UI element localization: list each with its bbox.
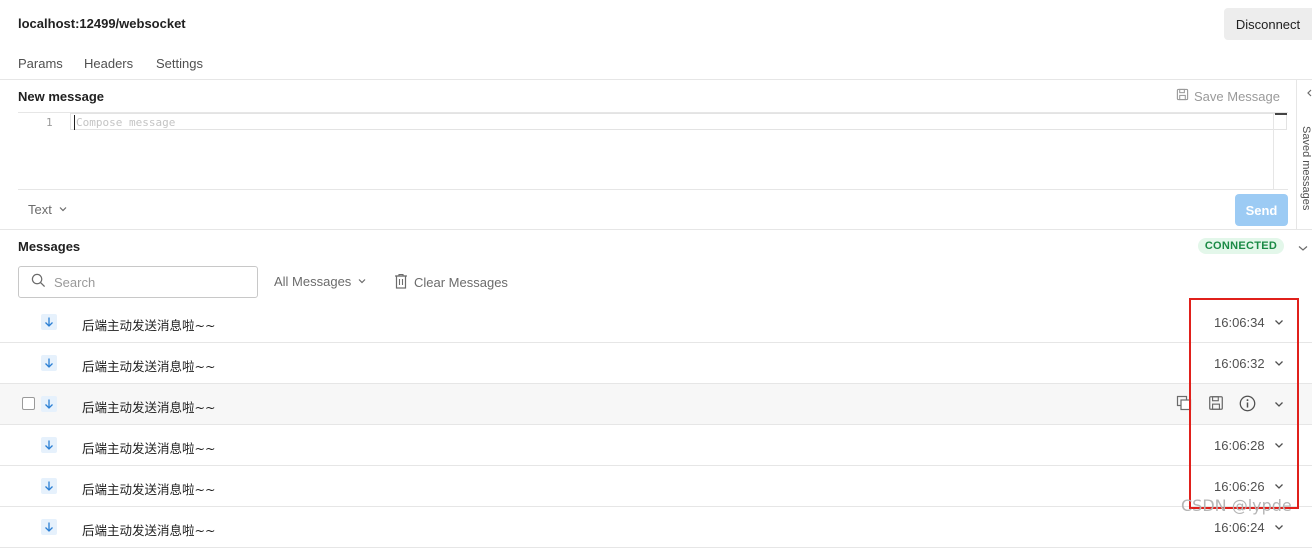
- arrow-down-icon: [41, 314, 57, 330]
- message-row[interactable]: 后端主动发送消息啦~~ 16:06:24: [0, 507, 1312, 548]
- message-filter-select[interactable]: All Messages: [274, 274, 367, 289]
- format-label: Text: [28, 202, 52, 217]
- divider: [0, 79, 1312, 80]
- message-text: 后端主动发送消息啦~~: [82, 441, 216, 456]
- message-editor[interactable]: [70, 113, 1287, 130]
- search-icon: [31, 273, 46, 291]
- message-text: 后端主动发送消息啦~~: [82, 482, 216, 497]
- message-row[interactable]: 后端主动发送消息啦~~ 16:06:28: [0, 425, 1312, 466]
- clear-messages-button[interactable]: Clear Messages: [394, 273, 508, 292]
- search-input[interactable]: [54, 274, 234, 290]
- trash-icon: [394, 273, 408, 292]
- tab-params[interactable]: Params: [18, 56, 63, 71]
- chevron-down-icon[interactable]: [1273, 521, 1285, 536]
- arrow-down-icon: [41, 355, 57, 371]
- tab-settings[interactable]: Settings: [156, 56, 203, 71]
- compose-placeholder: Compose message: [76, 116, 176, 129]
- arrow-down-icon: [41, 478, 57, 494]
- search-box[interactable]: [18, 266, 258, 298]
- clear-messages-label: Clear Messages: [414, 275, 508, 290]
- send-button[interactable]: Send: [1235, 194, 1288, 226]
- message-time: 16:06:24: [1214, 520, 1265, 535]
- message-text: 后端主动发送消息啦~~: [82, 523, 216, 538]
- disconnect-button[interactable]: Disconnect: [1224, 8, 1312, 40]
- saved-messages-label[interactable]: Saved messages: [1300, 126, 1312, 220]
- arrow-down-icon: [41, 437, 57, 453]
- watermark: CSDN @lypde: [1181, 496, 1292, 515]
- new-message-title: New message: [18, 89, 104, 104]
- line-number: 1: [46, 116, 53, 129]
- websocket-url[interactable]: localhost:12499/websocket: [18, 16, 186, 31]
- status-badge: CONNECTED: [1198, 238, 1284, 254]
- message-row[interactable]: 后端主动发送消息啦~~ 16:06:32: [0, 343, 1312, 384]
- chevron-down-icon: [58, 202, 68, 217]
- format-select[interactable]: Text: [28, 202, 68, 217]
- text-caret: [74, 115, 75, 130]
- chevron-down-icon[interactable]: [1298, 241, 1308, 256]
- message-row[interactable]: 后端主动发送消息啦~~ 16:06:26: [0, 466, 1312, 507]
- editor-scrollbar-thumb[interactable]: [1275, 113, 1287, 115]
- message-text: 后端主动发送消息啦~~: [82, 359, 216, 374]
- messages-title: Messages: [18, 239, 81, 254]
- divider: [0, 229, 1312, 230]
- tab-headers[interactable]: Headers: [84, 56, 133, 71]
- chevron-left-icon[interactable]: [1305, 86, 1312, 101]
- save-icon: [1176, 88, 1189, 104]
- filter-label: All Messages: [274, 274, 352, 289]
- select-checkbox[interactable]: [22, 397, 35, 410]
- arrow-down-icon: [41, 519, 57, 535]
- editor-scrollbar[interactable]: [1273, 113, 1287, 189]
- message-text: 后端主动发送消息啦~~: [82, 318, 216, 333]
- save-message-label: Save Message: [1194, 88, 1280, 104]
- editor-bottom-border: [18, 189, 1288, 190]
- message-row[interactable]: 后端主动发送消息啦~~ 16:06:34: [0, 302, 1312, 343]
- save-message-button[interactable]: Save Message: [1176, 88, 1280, 104]
- message-text: 后端主动发送消息啦~~: [82, 400, 216, 415]
- highlight-box: [1189, 298, 1299, 509]
- arrow-down-icon: [41, 396, 57, 412]
- message-row[interactable]: 后端主动发送消息啦~~: [0, 384, 1312, 425]
- chevron-down-icon: [357, 274, 367, 289]
